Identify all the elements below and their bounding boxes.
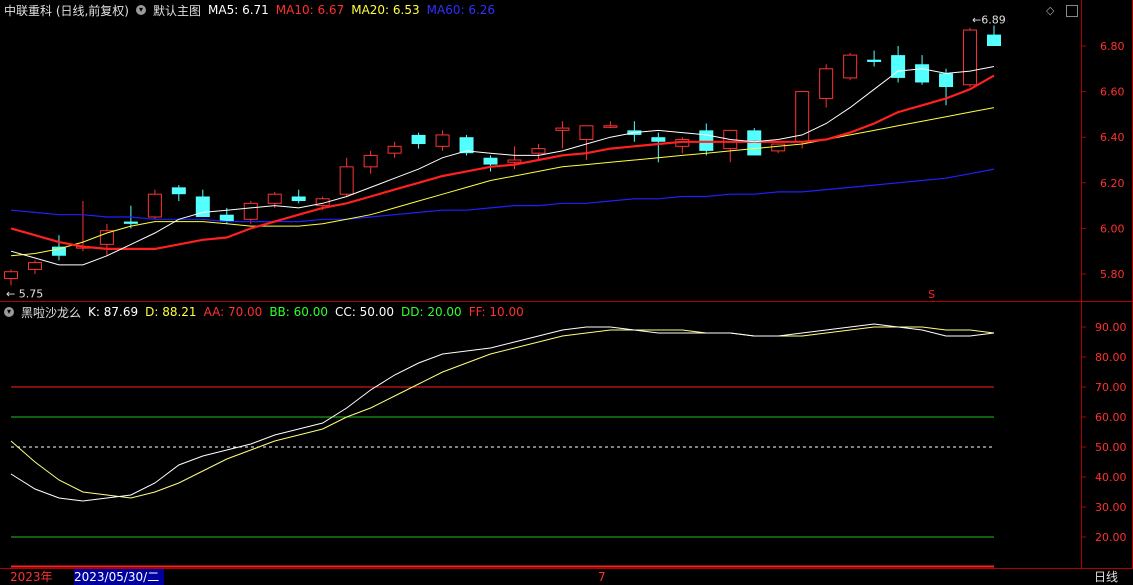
cursor-date-label: 2023/05/30/二 [74, 569, 164, 585]
maximize-icon[interactable] [1066, 5, 1078, 17]
bottom-date-bar: 2023年 2023/05/30/二 7 日线 [0, 569, 1133, 585]
ma5-label: MA5: 6.71 [208, 3, 269, 17]
year-label: 2023年 [10, 570, 53, 584]
template-dropdown-icon[interactable]: ▾ [136, 5, 146, 15]
template-name[interactable]: 默认主图 [153, 2, 201, 19]
ma10-label: MA10: 6.67 [275, 3, 345, 17]
indicator-panel-header: ▾ 黑啦沙龙么 K: 87.69 D: 88.21 AA: 70.00 BB: … [4, 302, 531, 322]
price-panel[interactable]: 中联重科 (日线,前复权) ▾ 默认主图 MA5: 6.71 MA10: 6.6… [0, 0, 1133, 302]
indicator-title[interactable]: 黑啦沙龙么 [21, 304, 81, 321]
k-label: K: 87.69 [88, 305, 139, 319]
month-tick-label: 7 [598, 570, 606, 584]
bb-label: BB: 60.00 [269, 305, 329, 319]
price-panel-header: 中联重科 (日线,前复权) ▾ 默认主图 MA5: 6.71 MA10: 6.6… [4, 0, 502, 20]
d-label: D: 88.21 [145, 305, 197, 319]
stock-title[interactable]: 中联重科 (日线,前复权) [4, 2, 129, 19]
period-tab[interactable]: 日线 [1094, 569, 1118, 585]
indicator-panel[interactable]: ▾ 黑啦沙龙么 K: 87.69 D: 88.21 AA: 70.00 BB: … [0, 302, 1133, 569]
indicator-dropdown-icon[interactable]: ▾ [4, 307, 14, 317]
ma20-label: MA20: 6.53 [351, 3, 420, 17]
ma60-label: MA60: 6.26 [426, 3, 496, 17]
ff-label: FF: 10.00 [468, 305, 524, 319]
cc-label: CC: 50.00 [335, 305, 394, 319]
dd-label: DD: 20.00 [400, 305, 462, 319]
diamond-icon[interactable]: ◇ [1046, 4, 1054, 17]
aa-label: AA: 70.00 [203, 305, 263, 319]
